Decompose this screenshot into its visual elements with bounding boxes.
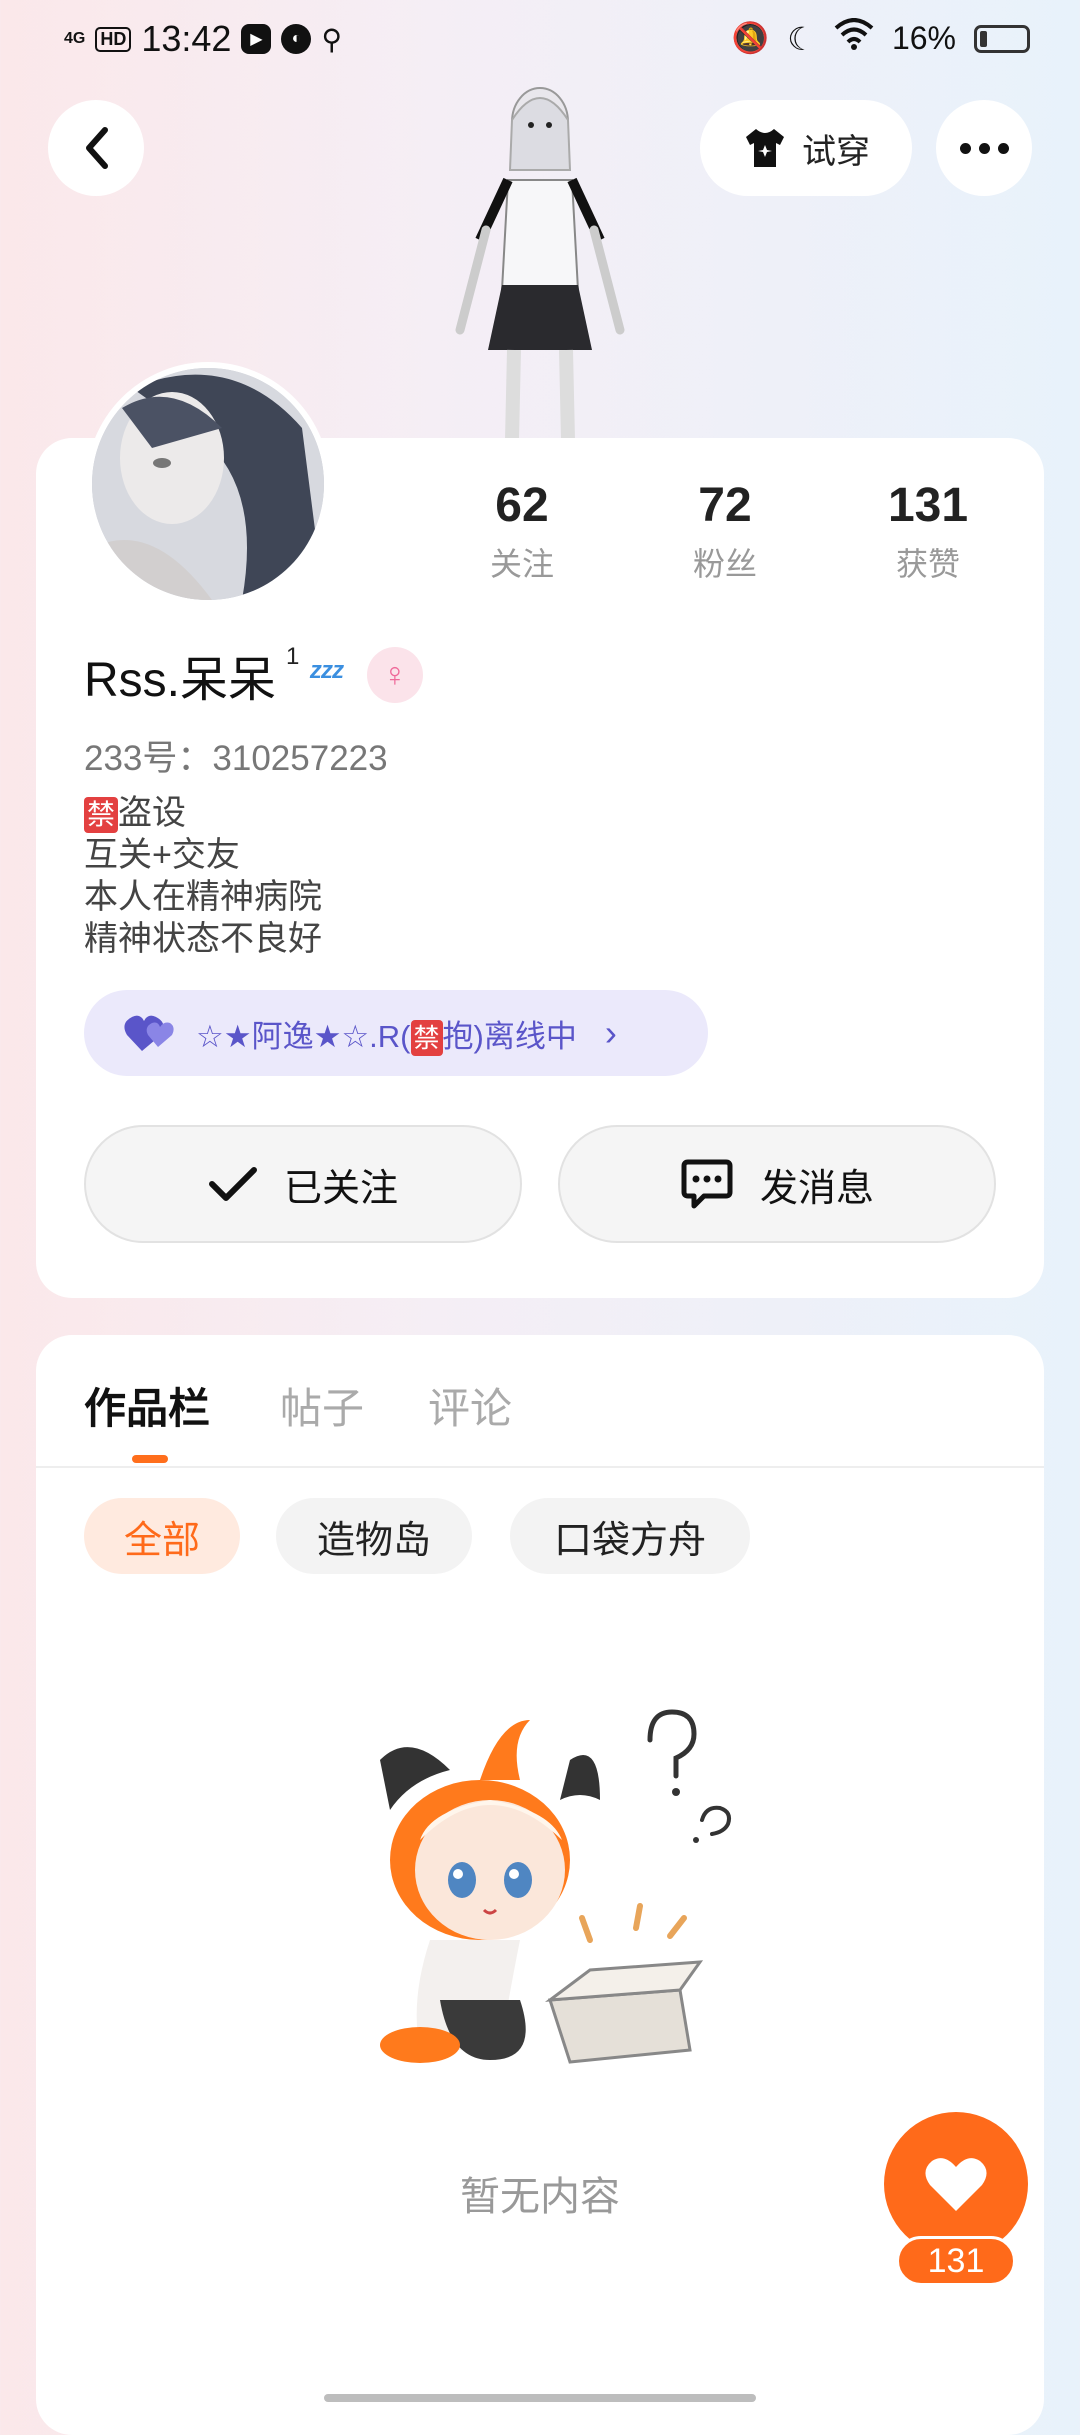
filter-chip-all[interactable]: 全部	[84, 1498, 240, 1574]
stat-number: 62	[495, 479, 549, 532]
stat-label: 获赞	[895, 546, 960, 582]
status-time: 13:42	[141, 18, 232, 59]
tab-active-indicator	[132, 1455, 168, 1463]
followed-label: 已关注	[283, 1167, 398, 1210]
shirt-icon	[746, 129, 784, 167]
bio-line: 本人在精神病院	[84, 878, 322, 916]
checkmark-icon	[208, 1167, 257, 1201]
filter-chip-pocket-ark[interactable]: 口袋方舟	[510, 1498, 750, 1574]
more-button[interactable]	[936, 100, 1032, 196]
stat-label: 关注	[489, 546, 554, 582]
stat-likes[interactable]: 131 获赞	[848, 478, 1008, 585]
dnd-moon-icon: ☾	[787, 20, 816, 57]
relation-text: ☆★阿逸★☆.R(禁抱)离线中	[196, 1018, 577, 1056]
like-button[interactable]	[884, 2112, 1028, 2256]
relation-pill[interactable]: ☆★阿逸★☆.R(禁抱)离线中 ›	[84, 990, 708, 1076]
ban-emoji-badge: 禁	[410, 1019, 443, 1056]
try-on-button[interactable]: 试穿	[700, 100, 912, 196]
tab-posts[interactable]: 帖子	[280, 1375, 364, 1436]
battery-icon	[974, 24, 1030, 53]
followed-button[interactable]: 已关注	[84, 1125, 522, 1243]
stat-number: 131	[887, 479, 969, 532]
stat-followers[interactable]: 72 粉丝	[645, 478, 805, 585]
stat-label: 粉丝	[692, 546, 757, 582]
tab-works[interactable]: 作品栏	[84, 1375, 210, 1436]
video-app-icon: ▶	[241, 24, 272, 54]
tab-comments[interactable]: 评论	[428, 1375, 512, 1436]
message-button[interactable]: 发消息	[558, 1125, 996, 1243]
app-notification-icon: ◐	[281, 24, 312, 54]
chevron-right-icon: ›	[604, 1012, 617, 1053]
bio-line: 禁盗设	[84, 792, 322, 834]
stat-following[interactable]: 62 关注	[442, 478, 602, 585]
hd-badge: HD	[95, 26, 132, 52]
user-id[interactable]: 233号：310257223	[84, 730, 388, 781]
empty-state-illustration	[380, 1709, 731, 2064]
home-indicator[interactable]	[324, 2394, 756, 2402]
location-icon: ⚲	[321, 23, 342, 55]
more-dots-icon	[959, 142, 1009, 154]
network-indicator: 4G	[64, 30, 86, 47]
filter-chip-creation-island[interactable]: 造物岛	[276, 1498, 472, 1574]
tabs-divider	[36, 1466, 1044, 1468]
avatar-figure-3d	[455, 87, 625, 440]
gender-female-icon: ♀	[366, 647, 423, 703]
chat-bubble-icon	[681, 1159, 733, 1209]
sleeping-zzz-icon: ᶻᶻᶻ	[309, 655, 343, 694]
battery-fill	[980, 30, 987, 47]
username-row: Rss.呆呆 1 ᶻᶻᶻ ♀	[84, 640, 423, 710]
message-label: 发消息	[759, 1167, 874, 1210]
try-on-label: 试穿	[802, 132, 870, 171]
chevron-left-icon	[86, 127, 108, 169]
linked-hearts-icon	[124, 1015, 174, 1051]
stat-number: 72	[698, 479, 752, 532]
user-level: 1	[286, 643, 300, 670]
like-count: 131	[896, 2236, 1016, 2286]
avatar[interactable]	[86, 362, 330, 606]
wifi-icon	[834, 18, 874, 59]
bio-line: 互关+交友	[84, 836, 240, 874]
mute-icon: 🔕	[731, 22, 770, 55]
bio: 禁盗设 互关+交友 本人在精神病院 精神状态不良好	[84, 792, 322, 960]
avatar-image	[92, 368, 324, 600]
username: Rss.呆呆	[84, 654, 277, 707]
ban-emoji-badge: 禁	[84, 797, 119, 833]
bio-line: 精神状态不良好	[84, 920, 322, 958]
battery-percent: 16%	[891, 20, 956, 56]
status-bar: 4G HD 13:42 ▶ ◐ ⚲ 🔕 ☾ 16%	[0, 0, 1080, 82]
back-button[interactable]	[48, 100, 144, 196]
heart-icon	[925, 2158, 987, 2211]
